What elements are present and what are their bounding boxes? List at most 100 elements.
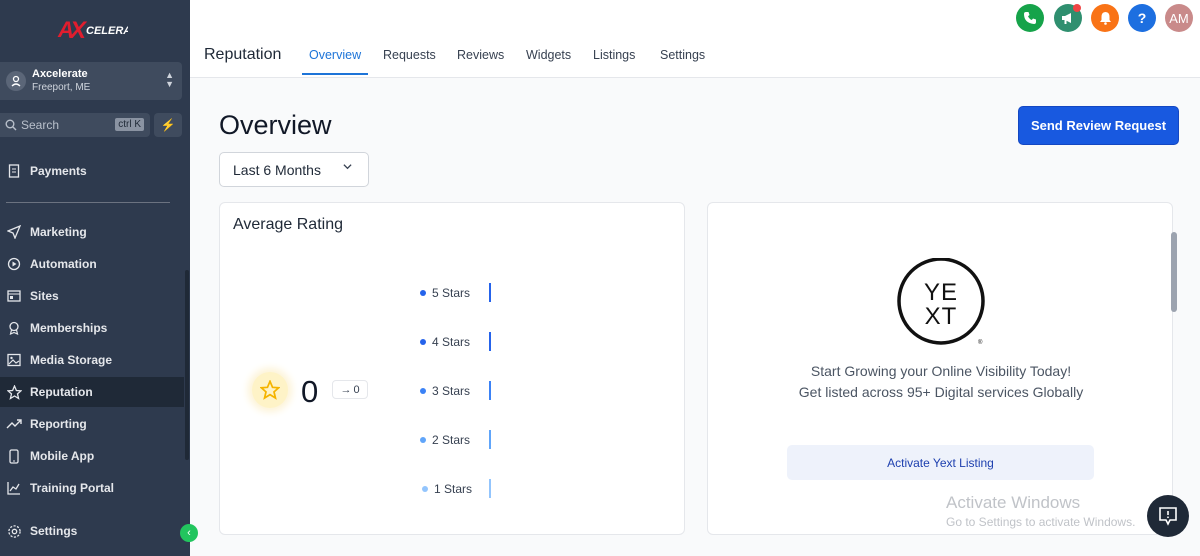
automation-icon bbox=[6, 256, 22, 272]
sidebar-item-payments[interactable]: Payments bbox=[0, 156, 184, 186]
chevron-down-icon bbox=[343, 164, 352, 170]
legend-dot bbox=[420, 290, 426, 296]
notification-dot bbox=[1073, 4, 1081, 12]
windows-watermark-subtitle: Go to Settings to activate Windows. bbox=[946, 515, 1136, 529]
collapse-sidebar-chevron-left-icon[interactable]: ‹ bbox=[180, 524, 198, 542]
image-icon bbox=[6, 352, 22, 368]
rating-row-5-stars: 5 Stars bbox=[420, 283, 500, 302]
sidebar-item-reporting[interactable]: Reporting bbox=[0, 409, 184, 439]
send-review-request-button[interactable]: Send Review Request bbox=[1018, 106, 1179, 145]
rating-row-label: 1 Stars bbox=[434, 482, 473, 496]
award-icon bbox=[6, 320, 22, 336]
content-scrollbar-thumb[interactable] bbox=[1171, 232, 1177, 312]
search-bar[interactable]: Search ctrl K bbox=[0, 113, 150, 137]
rating-row-3-stars: 3 Stars bbox=[420, 381, 500, 400]
chart-icon bbox=[6, 480, 22, 496]
sidebar-item-training-portal[interactable]: Training Portal bbox=[0, 473, 184, 503]
rating-row-label: 5 Stars bbox=[432, 286, 471, 300]
chat-support-icon[interactable] bbox=[1147, 495, 1189, 537]
phone-call-icon[interactable] bbox=[1016, 4, 1044, 32]
arrow-right-icon: → bbox=[340, 383, 352, 396]
average-rating-value: 0 bbox=[301, 374, 319, 409]
svg-text:CELERATE: CELERATE bbox=[86, 25, 128, 37]
send-icon bbox=[6, 224, 22, 240]
sidebar-item-label: Memberships bbox=[30, 321, 108, 335]
sidebar-item-label: Media Storage bbox=[30, 353, 113, 367]
sidebar-item-memberships[interactable]: Memberships bbox=[0, 313, 184, 343]
sidebar-item-marketing[interactable]: Marketing bbox=[0, 217, 184, 247]
tab-listings[interactable]: Listings bbox=[593, 48, 635, 62]
sidebar-item-label: Automation bbox=[30, 257, 97, 271]
sidebar-item-label: Settings bbox=[30, 524, 78, 538]
star-icon bbox=[6, 384, 22, 400]
sidebar-item-label: Reporting bbox=[30, 417, 87, 431]
trend-icon bbox=[6, 416, 22, 432]
overview-heading: Overview bbox=[219, 110, 332, 140]
sidebar-item-mobile-app[interactable]: Mobile App bbox=[0, 441, 184, 471]
rating-bar bbox=[489, 283, 491, 302]
search-label: Search bbox=[21, 118, 60, 132]
date-range-dropdown[interactable]: Last 6 Months bbox=[219, 152, 369, 187]
avatar[interactable]: AM bbox=[1165, 4, 1193, 32]
tab-settings[interactable]: Settings bbox=[660, 48, 705, 62]
location-city: Freeport, ME bbox=[32, 82, 91, 93]
phone-icon bbox=[6, 448, 22, 464]
quick-action-bolt-icon[interactable]: ⚡ bbox=[154, 113, 182, 137]
rating-change-badge: → 0 bbox=[332, 380, 368, 399]
sidebar-item-media-storage[interactable]: Media Storage bbox=[0, 345, 184, 375]
help-icon[interactable]: ? bbox=[1128, 4, 1156, 32]
axcelerate-logo[interactable]: A X CELERATE bbox=[56, 10, 128, 46]
average-rating-title: Average Rating bbox=[233, 216, 343, 233]
sidebar-scrollbar[interactable] bbox=[185, 270, 189, 460]
bell-icon[interactable] bbox=[1091, 4, 1119, 32]
rating-star-icon bbox=[252, 372, 288, 408]
rating-bar bbox=[489, 430, 491, 449]
page-title: Reputation bbox=[204, 46, 282, 63]
svg-text:YE: YE bbox=[924, 279, 958, 306]
location-name: Axcelerate bbox=[32, 68, 88, 80]
rating-row-label: 2 Stars bbox=[432, 433, 471, 447]
yext-subline: Get listed across 95+ Digital services G… bbox=[798, 384, 1084, 400]
rating-row-1-stars: 1 Stars bbox=[422, 479, 502, 498]
windows-watermark-title: Activate Windows bbox=[946, 493, 1081, 512]
rating-bar bbox=[489, 479, 491, 498]
chevron-updown-icon: ▲ ▼ bbox=[165, 70, 174, 89]
sidebar-item-reputation[interactable]: Reputation bbox=[0, 377, 184, 407]
tab-reviews[interactable]: Reviews bbox=[457, 48, 504, 62]
sidebar-item-label: Training Portal bbox=[30, 481, 115, 495]
rating-bar bbox=[489, 332, 491, 351]
sites-icon bbox=[6, 288, 22, 304]
sidebar-divider bbox=[6, 202, 170, 203]
tab-widgets[interactable]: Widgets bbox=[526, 48, 571, 62]
rating-row-label: 3 Stars bbox=[432, 384, 471, 398]
tab-overview[interactable]: Overview bbox=[309, 48, 361, 62]
receipt-icon bbox=[6, 163, 22, 179]
gear-icon bbox=[6, 523, 22, 539]
rating-row-2-stars: 2 Stars bbox=[420, 430, 500, 449]
legend-dot bbox=[422, 486, 428, 492]
search-shortcut: ctrl K bbox=[115, 118, 144, 131]
active-tab-indicator bbox=[302, 73, 368, 75]
sidebar-item-sites[interactable]: Sites bbox=[0, 281, 184, 311]
legend-dot bbox=[420, 388, 426, 394]
sidebar: A X CELERATE Axcelerate Freeport, ME ▲▼ … bbox=[0, 0, 190, 556]
rating-row-4-stars: 4 Stars bbox=[420, 332, 500, 351]
yext-headline: Start Growing your Online Visibility Tod… bbox=[810, 363, 1072, 379]
rating-change-value: 0 bbox=[353, 383, 360, 396]
tab-requests[interactable]: Requests bbox=[383, 48, 436, 62]
sidebar-item-label: Sites bbox=[30, 289, 59, 303]
search-icon bbox=[5, 119, 17, 131]
legend-dot bbox=[420, 437, 426, 443]
yext-logo: YE XT ® bbox=[897, 258, 985, 346]
sidebar-item-automation[interactable]: Automation bbox=[0, 249, 184, 279]
location-switcher[interactable]: Axcelerate Freeport, ME ▲ ▼ bbox=[0, 62, 182, 100]
sidebar-item-settings[interactable]: Settings bbox=[0, 516, 184, 546]
date-range-value: Last 6 Months bbox=[233, 161, 321, 178]
sidebar-item-label: Marketing bbox=[30, 225, 87, 239]
rating-bar bbox=[489, 381, 491, 400]
legend-dot bbox=[420, 339, 426, 345]
svg-text:XT: XT bbox=[925, 303, 958, 330]
average-rating-card: Average Rating 0 → 0 5 Stars 4 Stars 3 S… bbox=[219, 202, 685, 535]
activate-yext-listing-button[interactable]: Activate Yext Listing bbox=[787, 445, 1094, 480]
top-bar: Reputation Overview Requests Reviews Wid… bbox=[190, 0, 1200, 78]
